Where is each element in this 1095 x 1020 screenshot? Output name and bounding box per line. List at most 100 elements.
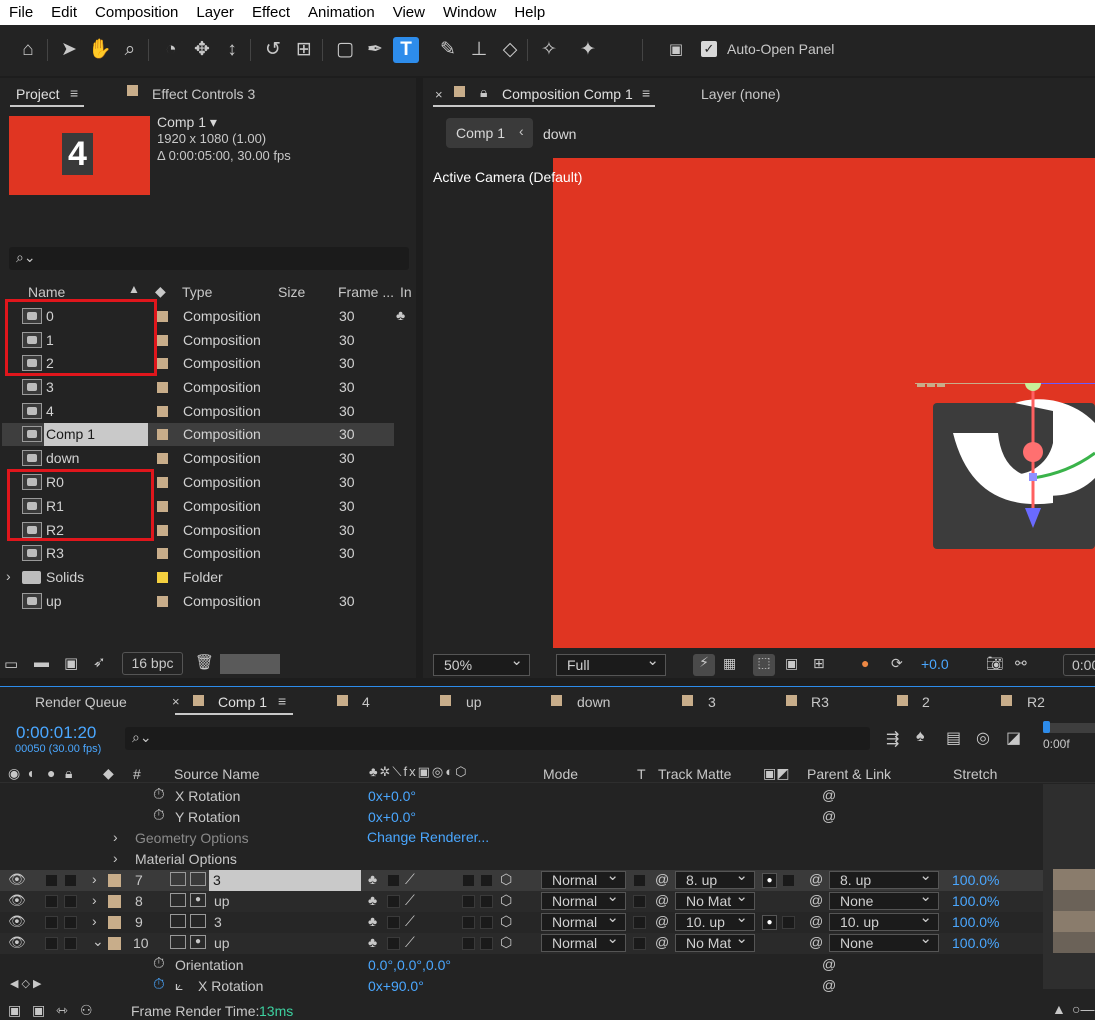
viewer[interactable]: Active Camera (Default) xyxy=(423,158,1095,648)
type-tool-icon[interactable]: T xyxy=(393,37,419,63)
tab-down[interactable]: down xyxy=(577,694,610,710)
col-in[interactable]: In xyxy=(400,284,412,300)
transparency-grid-icon[interactable]: ▦ xyxy=(723,655,736,672)
3d-layer-icon[interactable]: ⬡ xyxy=(500,913,512,930)
col-frame[interactable]: Frame ... xyxy=(338,284,394,300)
stopwatch-icon[interactable]: ⏱︎ xyxy=(153,955,165,972)
grid-guides-icon[interactable]: ⊞ xyxy=(813,655,825,672)
rotate-tool-icon[interactable]: ↺ xyxy=(260,37,286,63)
mode-dropdown[interactable]: Normal xyxy=(541,889,626,910)
pick-whip-icon[interactable]: @ xyxy=(655,871,669,887)
stretch-value[interactable]: 100.0% xyxy=(952,893,999,909)
tab-project[interactable]: Project xyxy=(16,86,60,102)
layer-artwork[interactable] xyxy=(903,383,1095,558)
layer-row[interactable]: 👁︎ › 7 3 ♣ ⟋ ⬡ Normal @ 8. up ● @ 8. up … xyxy=(0,868,1043,891)
reset-exposure-icon[interactable]: ⟳ xyxy=(891,655,903,672)
fast-preview-icon[interactable]: ⚡ xyxy=(693,654,715,676)
pick-whip-icon[interactable]: @ xyxy=(822,956,836,972)
zoom-tool-icon[interactable]: ⌕ xyxy=(117,37,143,63)
label-tag-icon[interactable]: ◆ xyxy=(155,283,166,300)
alpha-matte-icon[interactable]: ● xyxy=(762,873,777,888)
workspace-icon[interactable]: ▣ xyxy=(663,37,689,63)
col-mode[interactable]: Mode xyxy=(543,766,578,782)
pick-whip-icon[interactable]: @ xyxy=(822,808,836,824)
frame-blending-icon[interactable]: ◎ xyxy=(976,728,990,748)
color-channels-icon[interactable]: ● xyxy=(861,655,869,671)
adjust-project-icon[interactable]: ➶ xyxy=(93,653,106,671)
new-folder-icon[interactable]: ▬ xyxy=(34,654,49,671)
interpret-footage-icon[interactable]: ▭ xyxy=(4,655,18,673)
project-item[interactable]: 3 Composition 30 xyxy=(2,376,394,399)
stopwatch-icon[interactable]: ⏱︎ xyxy=(153,807,165,824)
breadcrumb-next[interactable]: down xyxy=(543,126,576,142)
eye-icon[interactable]: 👁︎ xyxy=(8,934,26,951)
parent-dropdown[interactable]: 10. up xyxy=(829,910,939,931)
stretch-value[interactable]: 100.0% xyxy=(952,872,999,888)
puppet-pin-icon[interactable]: ✦ xyxy=(575,37,601,63)
col-type[interactable]: Type xyxy=(182,284,212,300)
panel-menu-icon[interactable]: ≡ xyxy=(278,693,286,709)
close-icon[interactable]: × xyxy=(435,87,443,102)
mode-dropdown[interactable]: Normal xyxy=(541,931,626,952)
menu-window[interactable]: Window xyxy=(443,4,496,21)
parent-dropdown[interactable]: None xyxy=(829,931,939,952)
stopwatch-active-icon[interactable]: ⏱︎ xyxy=(153,976,165,993)
show-snapshot-icon[interactable]: ⚯ xyxy=(1015,655,1027,672)
property-value[interactable]: 0x+0.0° xyxy=(368,788,416,804)
switches-icons[interactable]: ♣✲⟍fx▣◎◐⬡ xyxy=(369,764,468,780)
track-matte-dropdown[interactable]: No Mat xyxy=(675,931,755,952)
project-item-selected[interactable]: Comp 1 Composition 30 xyxy=(2,423,394,446)
menu-animation[interactable]: Animation xyxy=(308,4,375,21)
pick-whip-icon[interactable]: @ xyxy=(822,977,836,993)
track-matte-dropdown[interactable]: 8. up xyxy=(675,868,755,889)
solo-icon[interactable]: ● xyxy=(47,765,55,781)
tab-3[interactable]: 3 xyxy=(708,694,716,710)
panel-menu-icon[interactable]: ≡ xyxy=(70,85,78,101)
chevron-right-icon[interactable]: › xyxy=(92,913,97,929)
auto-open-checkbox[interactable]: ✓ xyxy=(701,41,717,57)
lock-icon[interactable]: 🔒︎ xyxy=(480,84,487,101)
clone-stamp-icon[interactable]: ⊥ xyxy=(466,37,492,63)
pen-tool-icon[interactable]: ✒ xyxy=(362,37,388,63)
tab-layer[interactable]: Layer (none) xyxy=(701,86,780,102)
quality-icon[interactable]: ⟋ xyxy=(405,871,415,888)
selection-tool-icon[interactable]: ➤ xyxy=(56,37,82,63)
snapshot-icon[interactable]: 📷︎ xyxy=(986,655,1004,672)
chevron-right-icon[interactable]: › xyxy=(113,829,118,845)
pick-whip-icon[interactable]: @ xyxy=(655,892,669,908)
stopwatch-icon[interactable]: ⏱︎ xyxy=(153,786,165,803)
mode-dropdown[interactable]: Normal xyxy=(541,910,626,931)
panel-menu-icon[interactable]: ≡ xyxy=(642,85,650,101)
col-source-name[interactable]: Source Name xyxy=(174,766,260,782)
property-group-row[interactable]: › Geometry Options Change Renderer... xyxy=(0,828,1095,849)
menu-file[interactable]: File xyxy=(9,4,33,21)
orbit-camera-icon[interactable]: ◔ xyxy=(158,37,184,63)
tab-comp-1[interactable]: Comp 1 xyxy=(218,694,267,710)
chevron-down-icon[interactable]: ⌄ xyxy=(92,933,104,950)
pick-whip-icon[interactable]: @ xyxy=(655,934,669,950)
col-parent-link[interactable]: Parent & Link xyxy=(807,766,891,782)
col-track-matte[interactable]: Track Matte xyxy=(658,766,731,782)
keyframe-navigator-icon[interactable]: ◀ ◇ ▶ xyxy=(10,977,42,990)
menu-help[interactable]: Help xyxy=(514,4,545,21)
eye-icon[interactable]: 👁︎ xyxy=(8,913,26,930)
chevron-right-icon[interactable]: › xyxy=(113,850,118,866)
eraser-icon[interactable]: ◇ xyxy=(497,37,523,63)
parent-pick-whip-icon[interactable]: @ xyxy=(809,892,823,908)
project-item-folder[interactable]: › Solids Folder xyxy=(2,566,394,589)
label-color[interactable] xyxy=(108,895,121,908)
audio-toggle-icon[interactable]: ◖ xyxy=(26,765,34,781)
pick-whip-icon[interactable]: @ xyxy=(822,787,836,803)
tab-composition[interactable]: Composition Comp 1 xyxy=(502,86,633,102)
mask-visibility-icon[interactable]: ⬚ xyxy=(753,654,775,676)
bpc-button[interactable]: 16 bpc xyxy=(122,652,183,675)
label-tag-icon[interactable]: ◆ xyxy=(103,765,114,782)
parent-dropdown[interactable]: None xyxy=(829,889,939,910)
layer-name[interactable]: 3 xyxy=(214,914,222,930)
timecode[interactable]: 0:00:01:20 xyxy=(16,723,96,743)
3d-layer-icon[interactable]: ⬡ xyxy=(500,871,512,888)
menu-layer[interactable]: Layer xyxy=(196,4,234,21)
layer-name[interactable]: up xyxy=(214,893,230,909)
hand-tool-icon[interactable]: ✋ xyxy=(87,37,113,63)
breadcrumb-comp[interactable]: Comp 1 ‹ xyxy=(446,118,533,148)
